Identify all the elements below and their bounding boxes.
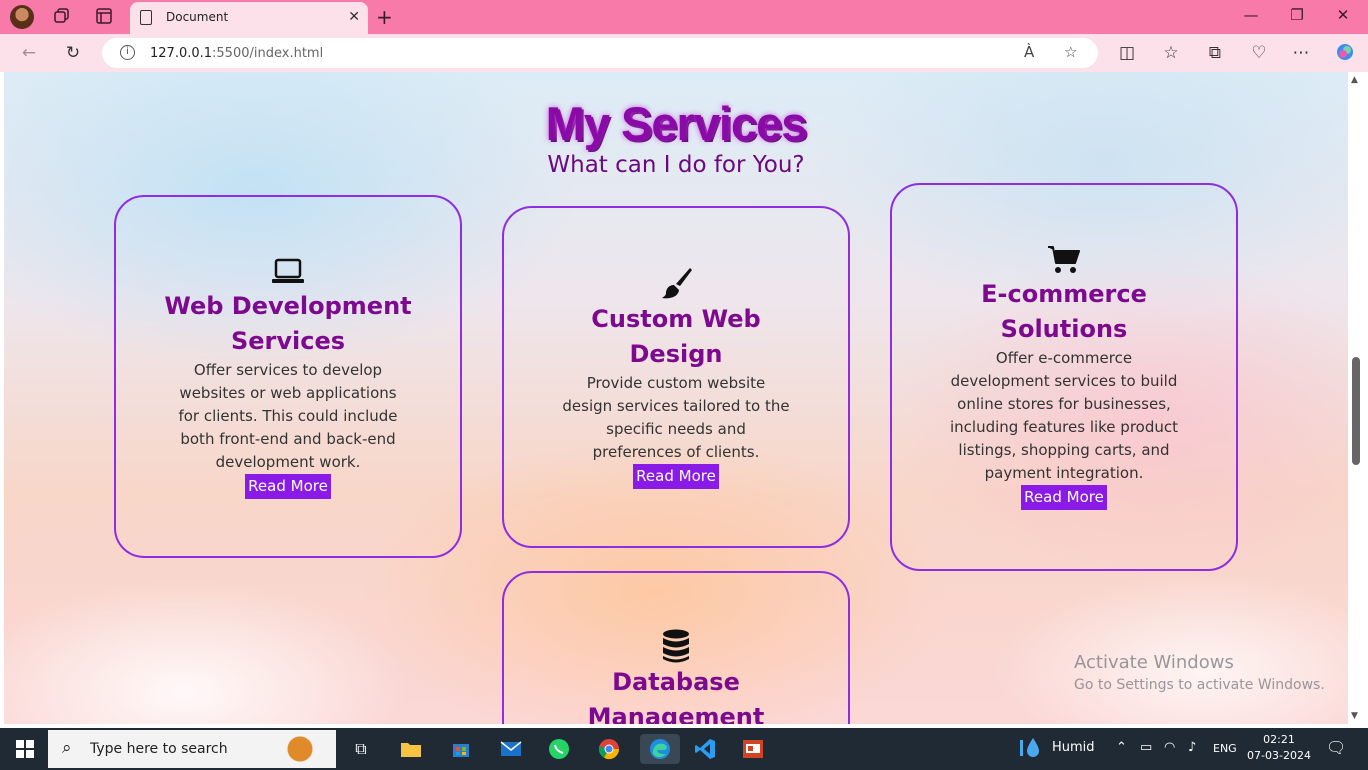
powerpoint-icon[interactable] bbox=[738, 734, 768, 764]
start-windows-icon[interactable] bbox=[16, 740, 34, 758]
back-arrow-icon[interactable]: ← bbox=[18, 42, 40, 64]
card-title: E-commerce Solutions bbox=[981, 280, 1147, 343]
paintbrush-icon bbox=[662, 268, 692, 299]
read-more-button[interactable]: Read More bbox=[245, 474, 331, 499]
activate-windows-watermark: Activate Windows Go to Settings to activ… bbox=[1074, 652, 1325, 693]
url-bar[interactable]: i 127.0.0.1:5500/index.html À ☆ bbox=[102, 38, 1098, 68]
vertical-tabs-icon[interactable] bbox=[94, 7, 114, 27]
url-path: :5500/index.html bbox=[212, 46, 324, 61]
wifi-icon[interactable]: ◠ bbox=[1164, 740, 1175, 755]
file-explorer-icon[interactable] bbox=[396, 734, 426, 764]
whatsapp-icon[interactable] bbox=[544, 734, 574, 764]
document-icon bbox=[140, 10, 152, 25]
clock-date: 07-03-2024 bbox=[1247, 749, 1311, 762]
microsoft-store-icon[interactable] bbox=[446, 734, 476, 764]
watermark-subtitle: Go to Settings to activate Windows. bbox=[1074, 677, 1325, 693]
vscode-icon[interactable] bbox=[690, 734, 720, 764]
page-subtitle: What can I do for You? bbox=[547, 152, 805, 178]
page-viewport: My Services What can I do for You? Web D… bbox=[4, 72, 1348, 724]
copilot-icon[interactable] bbox=[1334, 42, 1356, 64]
favorite-star-icon[interactable]: ☆ bbox=[1064, 43, 1077, 61]
card-description: Offer e-commerce development services to… bbox=[950, 349, 1178, 482]
edge-icon[interactable] bbox=[640, 734, 680, 764]
tab-title: Document bbox=[166, 10, 229, 24]
windows-taskbar: ⌕ Type here to search ⧉ Humid ⌃ ▭ ◠ ♪ EN… bbox=[0, 728, 1368, 770]
service-card-database: Database Management bbox=[502, 571, 850, 724]
more-menu-icon[interactable]: ⋯ bbox=[1290, 42, 1312, 64]
active-tab[interactable]: Document ✕ bbox=[130, 2, 368, 34]
profile-avatar[interactable] bbox=[10, 5, 34, 29]
laptop-icon bbox=[272, 258, 304, 283]
card-title: Database Management bbox=[587, 668, 765, 724]
battery-icon[interactable]: ▭ bbox=[1140, 740, 1152, 755]
service-card-web-development: Web Development Services Offer services … bbox=[114, 195, 462, 558]
browser-essentials-icon[interactable]: ♡ bbox=[1248, 42, 1270, 64]
url-host: 127.0.0.1 bbox=[150, 46, 213, 61]
site-info-icon[interactable]: i bbox=[120, 45, 135, 60]
card-description: Provide custom website design services t… bbox=[562, 374, 790, 461]
search-placeholder: Type here to search bbox=[90, 741, 228, 757]
refresh-icon[interactable]: ↻ bbox=[62, 42, 84, 64]
taskbar-clock[interactable]: 02:21 07-03-2024 bbox=[1246, 732, 1312, 764]
close-tab-icon[interactable]: ✕ bbox=[348, 9, 360, 25]
collections-icon[interactable]: ⧉ bbox=[1204, 42, 1226, 64]
database-icon bbox=[663, 629, 689, 663]
address-toolbar: ← ↻ i 127.0.0.1:5500/index.html À ☆ ◫ ☆… bbox=[0, 34, 1368, 72]
close-window-icon[interactable]: ✕ bbox=[1328, 6, 1358, 24]
search-icon: ⌕ bbox=[62, 738, 72, 758]
page-scrollbar[interactable]: ▲ ▼ bbox=[1348, 72, 1364, 724]
show-hidden-icons-icon[interactable]: ⌃ bbox=[1116, 740, 1127, 755]
notifications-icon[interactable]: 🗨 bbox=[1326, 738, 1346, 757]
task-view-icon[interactable]: ⧉ bbox=[346, 734, 376, 764]
read-aloud-icon[interactable]: À bbox=[1024, 43, 1034, 61]
workspaces-icon[interactable] bbox=[52, 7, 72, 27]
chrome-icon[interactable] bbox=[594, 734, 624, 764]
card-title: Web Development Services bbox=[164, 292, 412, 355]
clock-time: 02:21 bbox=[1263, 733, 1295, 746]
read-more-button[interactable]: Read More bbox=[1021, 485, 1107, 510]
card-description: Offer services to develop websites or we… bbox=[178, 361, 398, 471]
scrollbar-thumb[interactable] bbox=[1352, 357, 1360, 465]
volume-icon[interactable]: ♪ bbox=[1188, 740, 1196, 755]
scroll-down-icon[interactable]: ▼ bbox=[1351, 711, 1358, 721]
card-title: Custom Web Design bbox=[591, 305, 761, 368]
service-card-custom-design: Custom Web Design Provide custom website… bbox=[502, 206, 850, 548]
mail-icon[interactable] bbox=[496, 734, 526, 764]
read-more-button[interactable]: Read More bbox=[633, 464, 719, 489]
service-card-ecommerce: E-commerce Solutions Offer e-commerce de… bbox=[890, 183, 1238, 571]
taskbar-search[interactable]: ⌕ Type here to search bbox=[48, 730, 336, 768]
weather-icon[interactable] bbox=[1018, 736, 1044, 764]
minimize-icon[interactable]: — bbox=[1236, 6, 1266, 24]
browser-titlebar: Document ✕ + — ❐ ✕ bbox=[0, 0, 1368, 34]
favorites-icon[interactable]: ☆ bbox=[1160, 42, 1182, 64]
new-tab-icon[interactable]: + bbox=[376, 5, 393, 29]
scroll-up-icon[interactable]: ▲ bbox=[1351, 75, 1358, 85]
restore-icon[interactable]: ❐ bbox=[1282, 6, 1312, 24]
language-indicator[interactable]: ENG bbox=[1213, 742, 1237, 755]
weather-text[interactable]: Humid bbox=[1052, 740, 1095, 755]
watermark-title: Activate Windows bbox=[1074, 652, 1234, 673]
search-highlight-image bbox=[270, 733, 334, 765]
split-screen-icon[interactable]: ◫ bbox=[1116, 42, 1138, 64]
shopping-cart-icon bbox=[1048, 246, 1080, 273]
url-text[interactable]: 127.0.0.1:5500/index.html bbox=[150, 46, 323, 61]
page-title: My Services bbox=[545, 97, 808, 150]
